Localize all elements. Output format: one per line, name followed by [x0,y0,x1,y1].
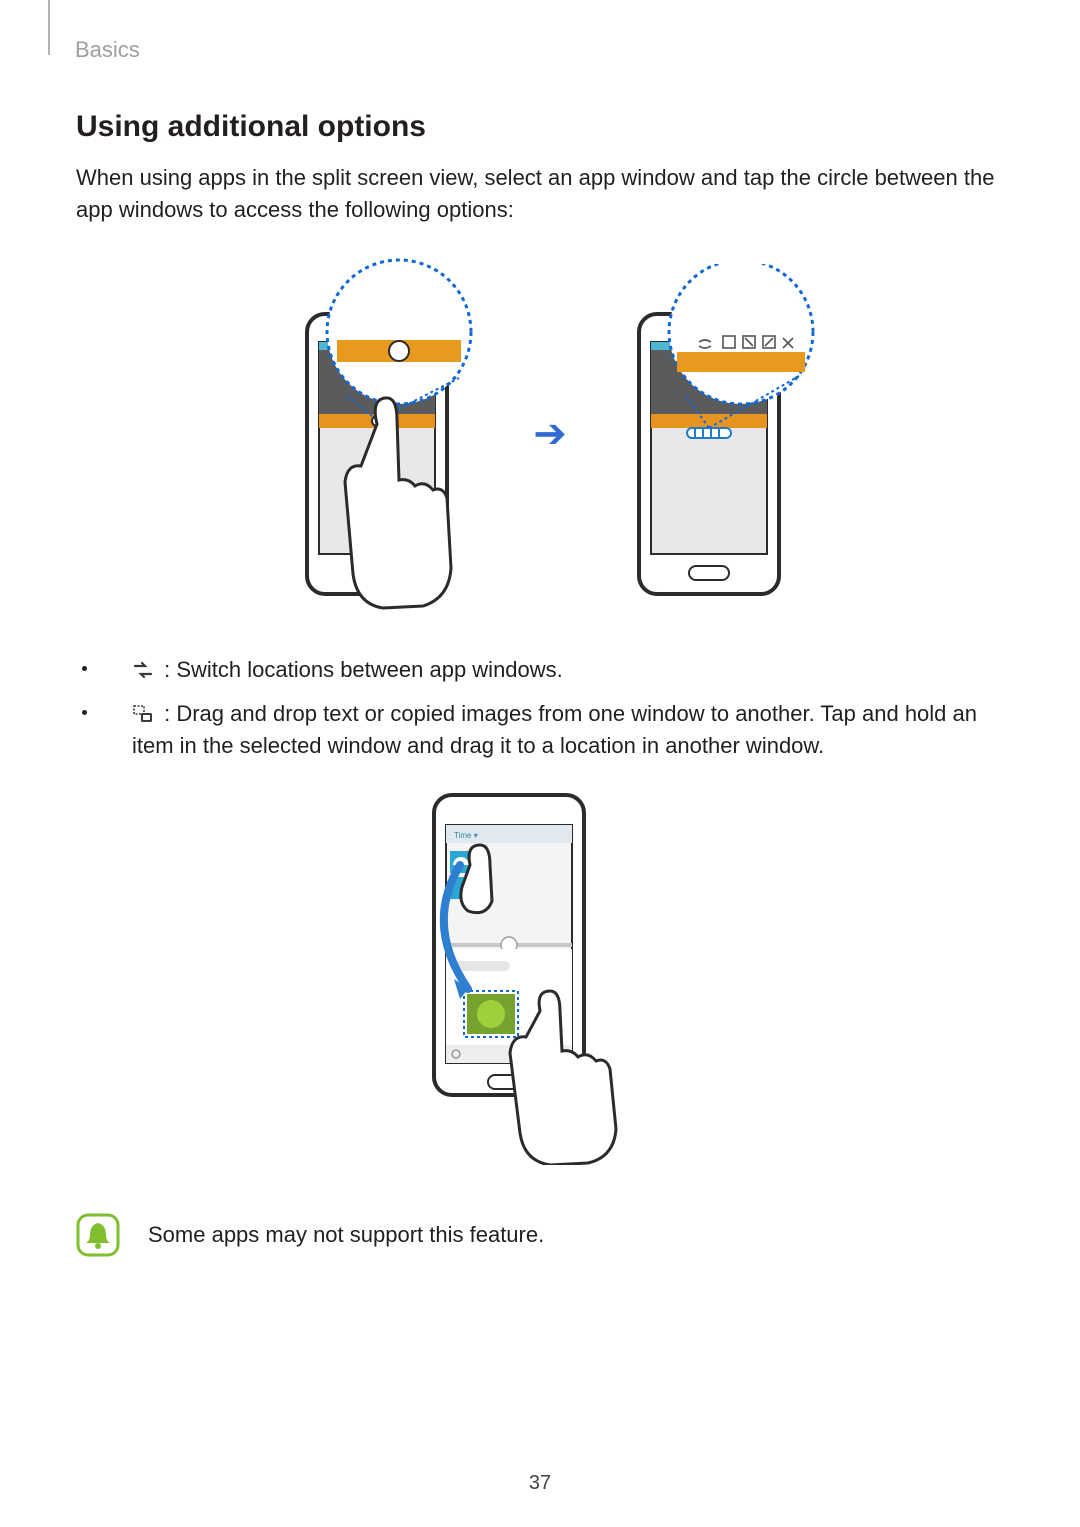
phone-drag-illustration: Time ▾ [390,785,690,1165]
bell-note-icon [76,1213,120,1257]
arrow-right-icon: ➔ [533,414,567,454]
figure-split-options: ➔ [76,254,1004,614]
bullet-switch-locations: : Switch locations between app windows. [76,654,1004,686]
note-row: Some apps may not support this feature. [76,1213,1004,1257]
phone-options-revealed-illustration [591,264,831,604]
bullet-dot [82,666,87,671]
page-number: 37 [0,1472,1080,1495]
phone-tap-circle-illustration [249,254,509,614]
bullet-dot [82,710,87,715]
header-rule [48,0,50,55]
bullet-switch-text: : Switch locations between app windows. [158,657,563,682]
drag-drop-icon [132,704,154,724]
breadcrumb: Basics [75,37,140,63]
switch-windows-icon [132,660,154,680]
bullet-drag-drop: : Drag and drop text or copied images fr… [76,698,1004,762]
section-heading: Using additional options [76,110,1004,144]
svg-text:Time ▾: Time ▾ [454,831,478,840]
figure-drag-drop: Time ▾ [76,785,1004,1165]
manual-page: Basics Using additional options When usi… [0,0,1080,1527]
intro-paragraph: When using apps in the split screen view… [76,162,1004,226]
bullet-drag-text: : Drag and drop text or copied images fr… [132,701,977,758]
note-text: Some apps may not support this feature. [148,1222,544,1248]
options-bullet-list: : Switch locations between app windows. … [76,654,1004,762]
